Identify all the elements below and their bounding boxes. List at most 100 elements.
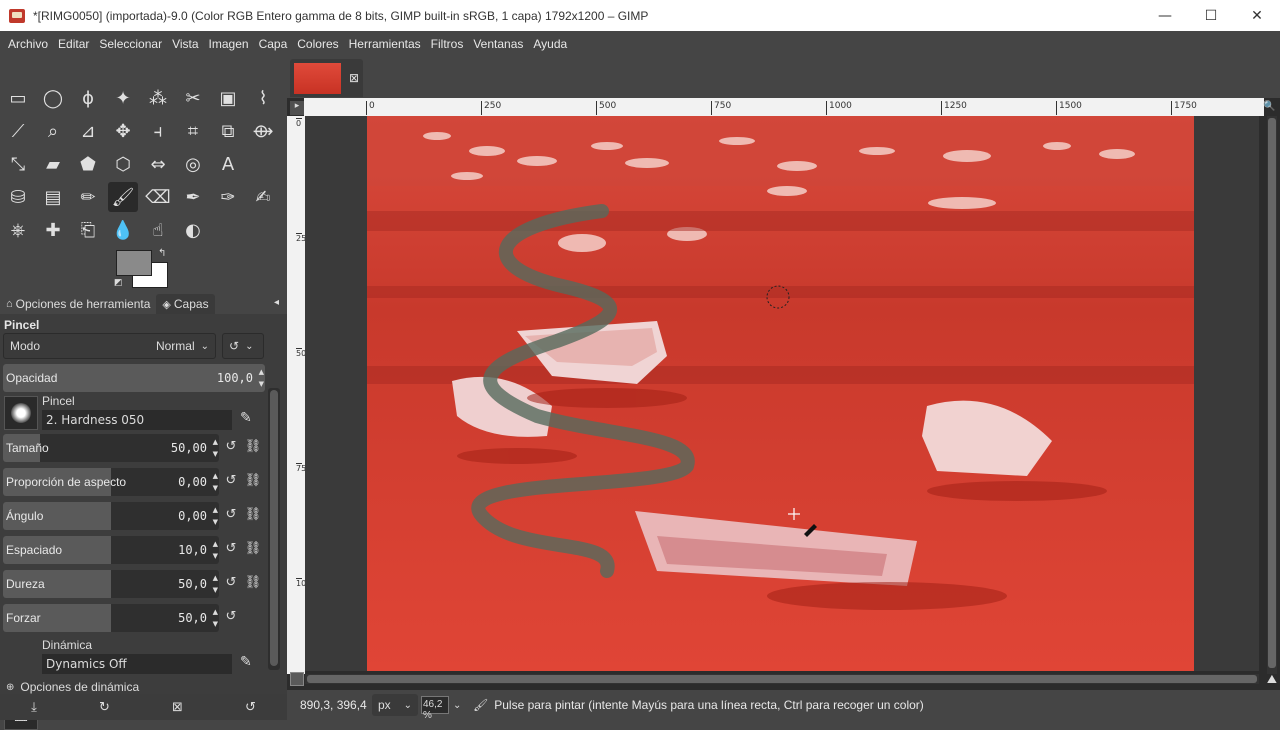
menu-capa[interactable]: Capa (254, 37, 293, 51)
menu-ayuda[interactable]: Ayuda (528, 37, 572, 51)
foreground-color-swatch[interactable] (116, 250, 152, 276)
ink-icon[interactable]: ✑ (213, 182, 243, 212)
clone-icon[interactable]: ⎈ (3, 215, 33, 245)
align-icon[interactable]: ⫞ (143, 116, 173, 146)
menu-vista[interactable]: Vista (167, 37, 203, 51)
bucket-fill-icon[interactable]: ⛁ (3, 182, 33, 212)
opacity-slider[interactable]: Opacidad 100,0 ▲ ▼ (3, 364, 265, 392)
perspective-clone-icon[interactable]: ⎗ (73, 215, 103, 245)
reset-options-icon[interactable]: ↺ (245, 700, 256, 715)
pencil-icon[interactable]: ✏ (73, 182, 103, 212)
menu-imagen[interactable]: Imagen (204, 37, 254, 51)
eraser-icon[interactable]: ⌫ (143, 182, 173, 212)
reset-icon[interactable]: ↺ (222, 609, 240, 627)
foreground-select-icon[interactable]: ▣ (213, 83, 243, 113)
mode-reset-button[interactable]: ↺ ⌄ (222, 333, 264, 359)
zoom-value[interactable]: 46,2 % (421, 696, 449, 721)
select-by-color-icon[interactable]: ⁂ (143, 83, 173, 113)
spin-arrows-icon[interactable]: ▲ ▼ (213, 538, 218, 562)
image-canvas[interactable] (367, 116, 1194, 671)
warp-transform-icon[interactable]: ⟴ (248, 116, 278, 146)
horizontal-scrollbar[interactable] (305, 674, 1259, 684)
menu-filtros[interactable]: Filtros (426, 37, 469, 51)
mode-select[interactable]: Modo Normal ⌄ (3, 333, 216, 359)
slider-5[interactable]: Forzar 50,0 ▲ ▼ (3, 604, 219, 632)
mypaint-brush-icon[interactable]: ✍ (248, 182, 278, 212)
tab-tool-options[interactable]: ⌂ Opciones de herramienta (0, 294, 156, 314)
dynamics-options-expander[interactable]: ⊕ Opciones de dinámica (6, 680, 139, 694)
fuzzy-select-icon[interactable]: ✦ (108, 83, 138, 113)
brush-preview[interactable] (4, 396, 38, 430)
chain-link-icon[interactable]: ⛓ (244, 541, 262, 559)
gradient-icon[interactable]: ▤ (38, 182, 68, 212)
zoom-icon[interactable]: ⌕ (38, 116, 68, 146)
ellipse-select-icon[interactable]: ◯ (38, 83, 68, 113)
spin-arrows-icon[interactable]: ▲ ▼ (213, 606, 218, 630)
heal-icon[interactable]: ✚ (38, 215, 68, 245)
zoom-select[interactable]: 46,2 % ⌄ (421, 694, 465, 721)
menu-colores[interactable]: Colores (292, 37, 343, 51)
scissors-select-icon[interactable]: ✂ (178, 83, 208, 113)
slider-3[interactable]: Espaciado 10,0 ▲ ▼ (3, 536, 219, 564)
chain-link-icon[interactable]: ⛓ (244, 473, 262, 491)
vertical-scrollbar[interactable] (1267, 116, 1277, 674)
menu-editar[interactable]: Editar (53, 37, 94, 51)
rect-select-icon[interactable]: ▭ (3, 83, 33, 113)
paths-icon[interactable]: ⌇ (248, 83, 278, 113)
free-select-icon[interactable]: ϕ (73, 83, 103, 113)
color-picker-icon[interactable]: ⟋ (3, 116, 33, 146)
reset-icon[interactable]: ↺ (222, 507, 240, 525)
reset-icon[interactable]: ↺ (222, 541, 240, 559)
reset-icon[interactable]: ↺ (222, 575, 240, 593)
spin-arrows-icon[interactable]: ▲ ▼ (259, 366, 264, 390)
restore-options-icon[interactable]: ↻ (99, 700, 110, 715)
spin-arrows-icon[interactable]: ▲ ▼ (213, 436, 218, 460)
handle-transform-icon[interactable]: ⤡ (3, 149, 33, 179)
slider-0[interactable]: Tamaño 50,00 ▲ ▼ (3, 434, 219, 462)
vertical-ruler[interactable]: 0 250 500 750 1000 (287, 116, 316, 674)
delete-options-icon[interactable]: ⊠ (172, 700, 183, 715)
spin-arrows-icon[interactable]: ▲ ▼ (213, 572, 218, 596)
menu-ventanas[interactable]: Ventanas (468, 37, 528, 51)
dynamics-name-field[interactable]: Dynamics Off (42, 654, 232, 674)
menu-archivo[interactable]: Archivo (3, 37, 53, 51)
ruler-corner-icon[interactable]: ▸ (290, 101, 304, 115)
chain-link-icon[interactable]: ⛓ (244, 575, 262, 593)
minimize-button[interactable]: — (1142, 0, 1188, 31)
edit-brush-icon[interactable]: ✎ (240, 410, 252, 426)
slider-4[interactable]: Dureza 50,0 ▲ ▼ (3, 570, 219, 598)
text-icon[interactable]: A (213, 149, 243, 179)
cage-transform-icon[interactable]: ⬟ (73, 149, 103, 179)
measure-icon[interactable]: ⊿ (73, 116, 103, 146)
dodge-burn-icon[interactable]: ◐ (178, 215, 208, 245)
spin-arrows-icon[interactable]: ▲ ▼ (213, 470, 218, 494)
spin-arrows-icon[interactable]: ▲ ▼ (213, 504, 218, 528)
reset-icon[interactable]: ↺ (222, 439, 240, 457)
airbrush-icon[interactable]: ✒ (178, 182, 208, 212)
move-icon[interactable]: ✥ (108, 116, 138, 146)
shear-icon[interactable]: ▰ (38, 149, 68, 179)
navigate-icon[interactable]: ⛰ (1267, 672, 1277, 687)
slider-1[interactable]: Proporción de aspecto 0,00 ▲ ▼ (3, 468, 219, 496)
horizontal-ruler[interactable]: 0 250 500 750 1000 1250 1500 1750 (304, 98, 1264, 116)
zoom-fit-icon[interactable]: 🔍 (1263, 101, 1277, 115)
chain-link-icon[interactable]: ⛓ (244, 507, 262, 525)
default-colors-icon[interactable]: ◩ (114, 278, 123, 288)
smudge-icon[interactable]: ☝ (143, 215, 173, 245)
quick-mask-toggle[interactable] (290, 672, 304, 686)
menu-seleccionar[interactable]: Seleccionar (94, 37, 167, 51)
tab-layers[interactable]: ◈ Capas (156, 294, 215, 314)
brush-name-field[interactable]: 2. Hardness 050 (42, 410, 232, 430)
save-options-icon[interactable]: ⤓ (31, 700, 37, 715)
canvas-viewport[interactable] (305, 116, 1259, 671)
chain-link-icon[interactable]: ⛓ (244, 439, 262, 457)
dock-menu-icon[interactable]: ◂ (274, 297, 279, 308)
maximize-button[interactable]: ☐ (1188, 0, 1234, 31)
swap-colors-icon[interactable]: ↰ (158, 248, 166, 259)
crop-icon[interactable]: ⌗ (178, 116, 208, 146)
edit-dynamics-icon[interactable]: ✎ (240, 654, 252, 670)
paintbrush-icon[interactable]: 🖌 (108, 182, 138, 212)
tool-options-scrollbar[interactable] (268, 388, 280, 670)
perspective-icon[interactable]: ⬡ (108, 149, 138, 179)
slider-2[interactable]: Ángulo 0,00 ▲ ▼ (3, 502, 219, 530)
